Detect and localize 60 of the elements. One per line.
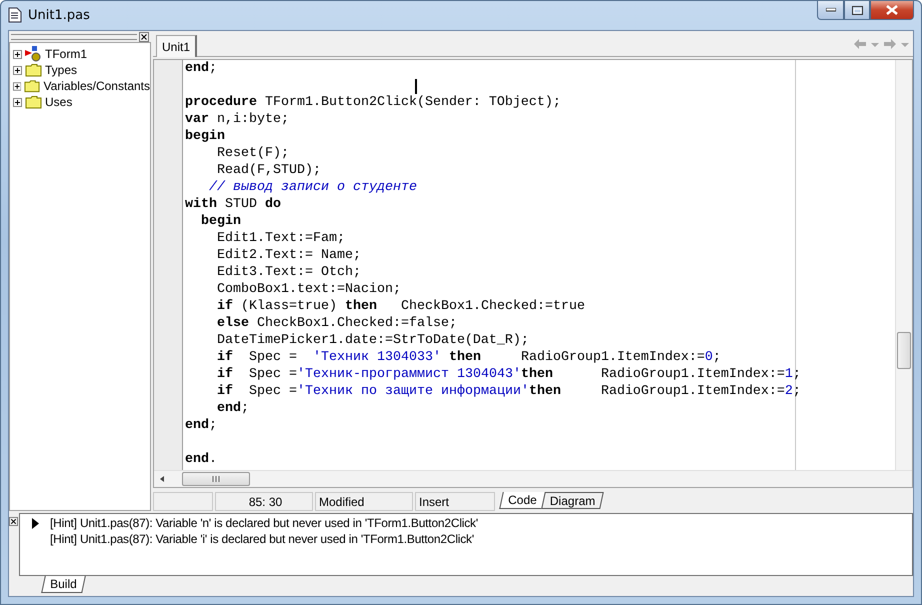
maximize-icon — [852, 6, 862, 14]
status-cell — [153, 492, 213, 511]
maximize-button[interactable] — [844, 1, 870, 20]
build-tab[interactable]: Build — [41, 576, 86, 593]
text-cursor-icon — [415, 79, 417, 94]
tree-item[interactable]: Types — [45, 63, 78, 77]
code-line: procedure TForm1.Button2Click(Sender: TObject); — [185, 95, 562, 112]
document-icon — [8, 7, 22, 23]
code-line: ComboBox1.text:=Nacion; — [216, 282, 402, 299]
tree-item[interactable]: Uses — [45, 95, 72, 109]
code-line: end; — [185, 61, 218, 78]
folder-icon — [25, 95, 42, 109]
view-tab[interactable]: Code — [499, 492, 546, 509]
horizontal-scrollbar[interactable] — [154, 470, 912, 487]
modified-status: Modified — [315, 492, 413, 511]
message-line[interactable]: [Hint] Unit1.pas(87): Variable 'n' is declared but never used in 'TForm1.Button2Click' — [50, 516, 478, 530]
code-line: Edit1.Text:=Fam; — [216, 231, 346, 248]
close-icon[interactable] — [9, 517, 18, 526]
code-line: else CheckBox1.Checked:=false; — [216, 316, 458, 333]
code-line: Read(F,STUD); — [216, 163, 322, 180]
minimize-button[interactable] — [817, 1, 844, 20]
cursor-position: 85: 30 — [215, 492, 313, 511]
tree-item[interactable]: Variables/Constants — [44, 79, 150, 93]
code-line: end; — [216, 401, 250, 418]
code-line: end. — [185, 452, 218, 469]
code-line: if Spec ='Техник по защите информации'then RadioGroup1.ItemIndex:=2; — [216, 384, 802, 401]
code-editor[interactable] — [153, 59, 913, 488]
code-line: end; — [185, 418, 218, 435]
code-line: if Spec ='Техник-программист 1304043'then RadioGroup1.ItemIndex:=1; — [216, 367, 802, 384]
folder-icon — [24, 79, 40, 93]
window-title: Unit1.pas — [28, 8, 90, 23]
expand-icon[interactable] — [13, 82, 22, 90]
code-line: begin — [185, 129, 226, 146]
folder-icon — [25, 63, 42, 77]
panel-grip[interactable] — [11, 34, 137, 40]
code-line: DateTimePicker1.date:=StrToDate(Dat_R); — [216, 333, 530, 350]
close-icon — [886, 5, 898, 15]
code-line: begin — [200, 214, 242, 231]
expand-icon[interactable] — [13, 50, 22, 58]
tree-item[interactable]: TForm1 — [45, 47, 87, 61]
minimize-icon — [826, 8, 836, 12]
code-line: with STUD do — [185, 197, 282, 214]
close-button[interactable] — [870, 1, 914, 20]
insert-mode: Insert — [415, 492, 495, 511]
code-line: // вывод записи о студенте — [208, 180, 418, 197]
close-icon[interactable] — [139, 32, 149, 42]
component-icon — [25, 46, 42, 62]
grip-icon — [212, 476, 220, 482]
code-line: Edit2.Text:= Name; — [216, 248, 362, 265]
message-line[interactable]: [Hint] Unit1.pas(87): Variable 'i' is declared but never used in 'TForm1.Button2Click' — [50, 532, 474, 546]
code-line: Edit3.Text:= Otch; — [216, 265, 362, 282]
code-line: if (Klass=true) then CheckBox1.Checked:=true — [216, 299, 586, 316]
code-line: var n,i:byte; — [185, 112, 290, 129]
expand-icon[interactable] — [13, 98, 22, 106]
code-line: Reset(F); — [216, 146, 290, 163]
expand-icon[interactable] — [13, 66, 22, 74]
code-line: if Spec = 'Техник 1304033' then RadioGroup1.ItemIndex:=0; — [216, 350, 722, 367]
vertical-scrollbar[interactable] — [895, 60, 912, 470]
editor-tab[interactable]: Unit1 — [156, 35, 198, 57]
view-tab[interactable]: Diagram — [540, 492, 604, 509]
